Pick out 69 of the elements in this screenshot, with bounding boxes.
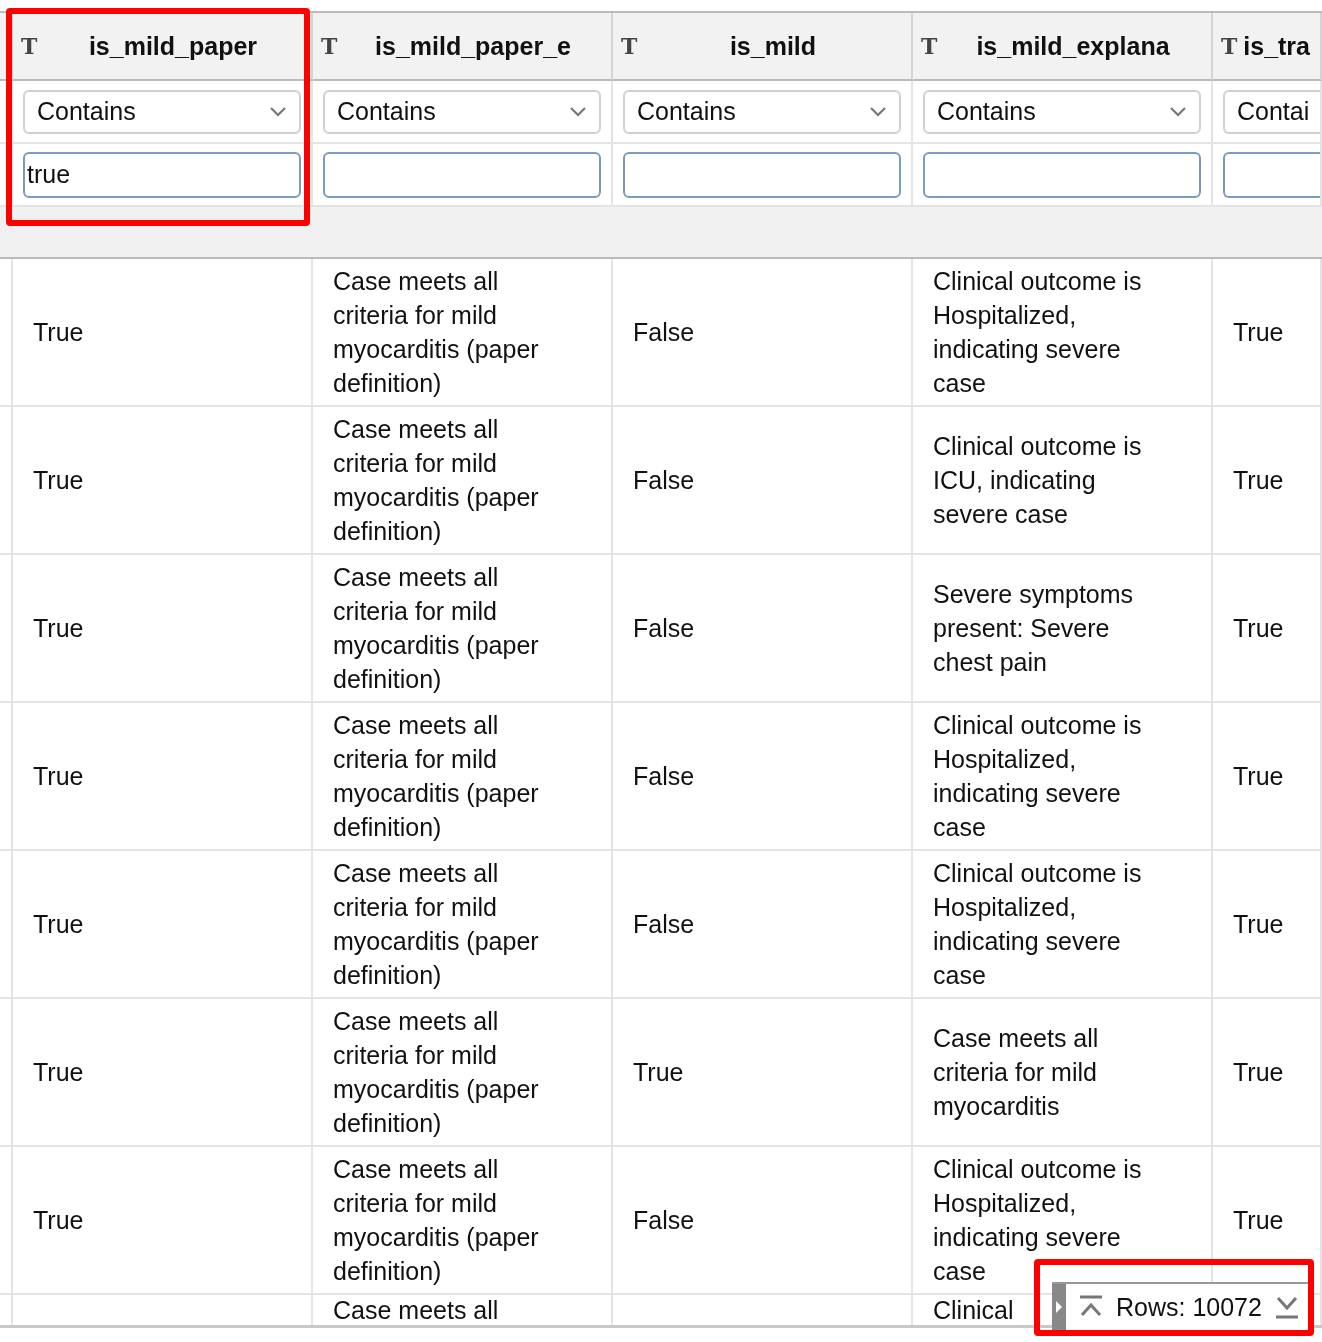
- table-cell-text: True: [33, 1057, 84, 1088]
- type-mark: T: [921, 33, 939, 59]
- column-header[interactable]: T is_tra: [1213, 13, 1322, 81]
- expand-handle[interactable]: [1052, 1284, 1066, 1330]
- operator-dropdown[interactable]: Contains: [923, 89, 1201, 134]
- column-name: is_tra: [1243, 31, 1311, 61]
- column-header[interactable]: T is_mild_paper_e: [313, 13, 613, 81]
- table-cell-text: Case meets all criteria for mild myocarditis (paper definition): [333, 266, 540, 399]
- table-cell-text: Case meets all criteria for mild myocarditis (paper definition): [333, 414, 540, 547]
- table-cell: Case meets all: [333, 1296, 499, 1325]
- table-cell-text: True: [33, 1205, 84, 1236]
- filter-field[interactable]: [1223, 151, 1320, 198]
- table-cell-text: Case meets all criteria for mild myocarditis (paper definition): [333, 562, 540, 695]
- column-header[interactable]: T is_mild_explana: [913, 13, 1213, 81]
- table-cell-text: Case meets all criteria for mild myocarditis (paper definition): [333, 1154, 540, 1287]
- table-cell-text: True: [633, 1057, 684, 1088]
- table-cell-text: True: [33, 465, 84, 496]
- table-cell-text: False: [633, 909, 695, 940]
- table-cell-text: True: [1233, 465, 1284, 496]
- type-mark: T: [1221, 33, 1239, 59]
- table-cell-text: False: [633, 613, 695, 644]
- type-mark: T: [321, 33, 339, 59]
- operator-dropdown[interactable]: Contains: [23, 89, 301, 134]
- column-header[interactable]: T is_mild_paper: [13, 13, 313, 81]
- filter-field[interactable]: true: [23, 151, 301, 198]
- column-name: is_mild_paper_e: [374, 31, 572, 61]
- operator-dropdown[interactable]: Contains: [323, 89, 601, 134]
- row-count: Rows: 10072: [1116, 1292, 1262, 1322]
- table-cell-text: True: [1233, 613, 1284, 644]
- operator-dropdown[interactable]: Contai: [1223, 89, 1320, 134]
- type-mark: T: [21, 33, 39, 59]
- scroll-to-bottom-icon[interactable]: [1273, 1294, 1300, 1320]
- table-cell-text: Clinical outcome is ICU, indicating severe case: [933, 431, 1143, 530]
- operator-dropdown[interactable]: Contains: [623, 89, 901, 134]
- column-name: is_mild_explana: [975, 31, 1171, 61]
- chevron-down-icon: [869, 105, 887, 118]
- table-cell-text: Case meets all criteria for mild myocarditis (paper definition): [333, 1006, 540, 1139]
- table-cell-text: True: [1233, 317, 1284, 348]
- table-cell-text: Severe symptoms present: Severe chest pain: [933, 579, 1135, 678]
- filter-field[interactable]: [623, 151, 901, 198]
- chevron-down-icon: [569, 105, 587, 118]
- chevron-down-icon: [269, 105, 287, 118]
- table-cell-text: Clinical outcome is Hospitalized, indicating severe case: [933, 266, 1143, 399]
- filter-field[interactable]: [323, 151, 601, 198]
- table-cell-text: Case meets all criteria for mild myocarditis: [933, 1023, 1100, 1122]
- table-cell-text: Clinical outcome is Hospitalized, indicating severe case: [933, 1154, 1143, 1287]
- table-cell-text: True: [33, 909, 84, 940]
- table-cell-text: False: [633, 1205, 695, 1236]
- column-name: is_mild: [728, 31, 818, 61]
- table-cell-text: False: [633, 761, 695, 792]
- table-cell: Clinical: [933, 1296, 1014, 1325]
- table-cell-text: Clinical outcome is Hospitalized, indicating severe case: [933, 710, 1143, 843]
- table-cell-text: Case meets all criteria for mild myocarditis (paper definition): [333, 858, 540, 991]
- type-mark: T: [621, 33, 639, 59]
- table-cell-text: True: [33, 317, 84, 348]
- table-cell-text: True: [1233, 1057, 1284, 1088]
- chevron-down-icon: [1169, 105, 1187, 118]
- table-cell-text: True: [33, 761, 84, 792]
- table-cell-text: True: [1233, 761, 1284, 792]
- table-cell-text: False: [633, 465, 695, 496]
- table-cell-text: Case meets all criteria for mild myocarditis (paper definition): [333, 710, 540, 843]
- column-header[interactable]: T is_mild: [613, 13, 913, 81]
- table-cell-text: True: [1233, 1205, 1284, 1236]
- table-cell-text: False: [633, 317, 695, 348]
- table-cell-text: Clinical outcome is Hospitalized, indicating severe case: [933, 858, 1143, 991]
- table-cell-text: True: [1233, 909, 1284, 940]
- filter-field[interactable]: [923, 151, 1201, 198]
- table-cell-text: True: [33, 613, 84, 644]
- column-name: is_mild_paper: [87, 31, 259, 61]
